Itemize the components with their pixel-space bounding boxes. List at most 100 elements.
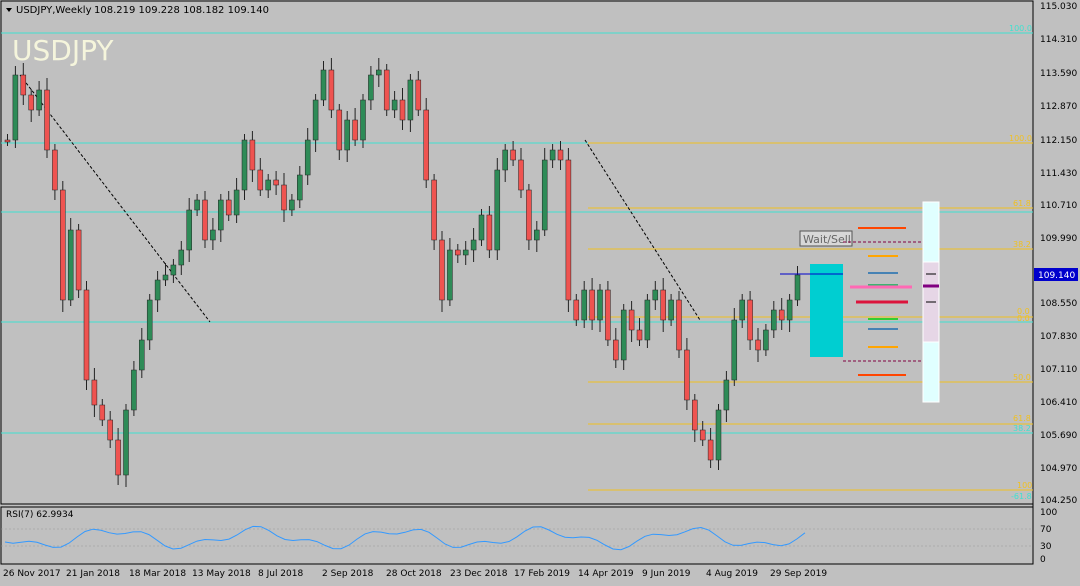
price-chart[interactable]: USDJPY USDJPY,Weekly 108.219 109.228 108… xyxy=(0,0,1080,582)
candle-body[interactable] xyxy=(518,159,524,191)
candle-body[interactable] xyxy=(707,439,714,461)
candle-body[interactable] xyxy=(241,139,248,191)
candle-body[interactable] xyxy=(67,229,74,301)
candle-body[interactable] xyxy=(699,429,706,441)
candle-body[interactable] xyxy=(131,369,137,411)
candle-body[interactable] xyxy=(186,209,192,251)
candle-body[interactable] xyxy=(391,99,398,111)
candle-body[interactable] xyxy=(786,299,793,321)
candle-body[interactable] xyxy=(731,319,738,381)
candle-body[interactable] xyxy=(668,299,674,321)
candle-body[interactable] xyxy=(44,89,50,151)
candle-body[interactable] xyxy=(684,349,690,401)
candle-body[interactable] xyxy=(20,74,27,96)
candle-body[interactable] xyxy=(541,159,548,231)
candle-body[interactable] xyxy=(526,189,532,241)
candle-body[interactable] xyxy=(778,309,785,321)
candle-body[interactable] xyxy=(510,149,516,161)
candle-body[interactable] xyxy=(755,339,761,351)
candle-body[interactable] xyxy=(360,99,366,141)
candle-body[interactable] xyxy=(91,379,98,406)
candle-body[interactable] xyxy=(534,229,540,241)
candle-body[interactable] xyxy=(723,379,730,411)
candle-body[interactable] xyxy=(281,184,287,211)
candle-body[interactable] xyxy=(462,249,469,256)
candle-body[interactable] xyxy=(415,79,422,111)
candle-body[interactable] xyxy=(265,179,271,191)
candle-body[interactable] xyxy=(407,79,414,121)
candle-body[interactable] xyxy=(99,404,106,421)
chart-window[interactable]: USDJPY USDJPY,Weekly 108.219 109.228 108… xyxy=(0,0,1080,582)
candle-body[interactable] xyxy=(581,289,587,321)
candle-body[interactable] xyxy=(439,239,445,301)
candle-body[interactable] xyxy=(273,179,279,186)
candle-body[interactable] xyxy=(289,199,295,211)
candle-body[interactable] xyxy=(589,289,595,321)
candle-body[interactable] xyxy=(692,399,698,431)
candle-body[interactable] xyxy=(178,249,185,266)
candle-body[interactable] xyxy=(218,199,224,231)
candle-body[interactable] xyxy=(613,339,619,361)
candle-body[interactable] xyxy=(249,139,256,171)
candle-body[interactable] xyxy=(502,149,508,171)
candle-body[interactable] xyxy=(60,189,66,301)
candle-body[interactable] xyxy=(573,299,580,321)
candle-body[interactable] xyxy=(154,279,161,301)
candle-body[interactable] xyxy=(423,109,429,181)
candle-body[interactable] xyxy=(170,264,177,276)
candle-body[interactable] xyxy=(715,409,722,461)
price-axis[interactable]: 115.030 114.310 113.590 112.870 112.150 … xyxy=(1034,2,1078,506)
candle-body[interactable] xyxy=(794,274,801,301)
candle-body[interactable] xyxy=(162,274,169,281)
candle-body[interactable] xyxy=(83,289,90,381)
candle-body[interactable] xyxy=(399,99,406,121)
time-axis[interactable]: 26 Nov 2017 21 Jan 2018 18 Mar 2018 13 M… xyxy=(3,569,827,579)
candle-body[interactable] xyxy=(478,214,485,241)
candle-body[interactable] xyxy=(75,229,82,291)
candle-body[interactable] xyxy=(376,69,382,76)
candle-body[interactable] xyxy=(28,94,34,111)
candle-body[interactable] xyxy=(557,149,564,161)
candle-body[interactable] xyxy=(636,329,643,341)
candle-body[interactable] xyxy=(36,89,42,111)
candle-body[interactable] xyxy=(628,309,635,331)
candle-body[interactable] xyxy=(652,289,659,301)
candle-body[interactable] xyxy=(233,189,240,216)
candle-body[interactable] xyxy=(644,299,651,341)
candle-body[interactable] xyxy=(368,74,374,101)
candle-body[interactable] xyxy=(431,179,437,241)
candle-body[interactable] xyxy=(771,309,777,331)
candle-body[interactable] xyxy=(486,214,493,251)
candle-body[interactable] xyxy=(597,289,603,321)
candle-body[interactable] xyxy=(494,169,501,251)
candle-body[interactable] xyxy=(123,409,129,476)
candle-body[interactable] xyxy=(763,329,769,351)
candle-body[interactable] xyxy=(257,169,264,191)
candle-body[interactable] xyxy=(210,229,216,241)
candle-body[interactable] xyxy=(312,99,319,141)
candle-body[interactable] xyxy=(52,149,58,191)
candle-body[interactable] xyxy=(107,419,113,441)
candle-body[interactable] xyxy=(739,299,745,321)
candle-body[interactable] xyxy=(4,139,11,143)
candle-body[interactable] xyxy=(747,299,753,341)
candle-body[interactable] xyxy=(12,74,19,141)
candle-body[interactable] xyxy=(676,299,682,351)
candle-body[interactable] xyxy=(304,139,311,176)
candle-body[interactable] xyxy=(383,69,390,111)
candle-body[interactable] xyxy=(470,239,477,251)
candle-body[interactable] xyxy=(620,309,627,361)
candle-body[interactable] xyxy=(336,109,343,151)
candle-body[interactable] xyxy=(194,199,200,211)
candle-body[interactable] xyxy=(605,289,611,341)
candle-body[interactable] xyxy=(297,174,303,201)
candle-body[interactable] xyxy=(352,119,358,141)
candle-body[interactable] xyxy=(455,249,461,256)
candle-body[interactable] xyxy=(225,199,232,216)
entry-zone[interactable] xyxy=(810,264,843,357)
candle-body[interactable] xyxy=(344,119,350,151)
candle-body[interactable] xyxy=(447,249,453,301)
candle-body[interactable] xyxy=(549,149,556,161)
candle-body[interactable] xyxy=(660,289,666,321)
candle-body[interactable] xyxy=(565,159,572,301)
